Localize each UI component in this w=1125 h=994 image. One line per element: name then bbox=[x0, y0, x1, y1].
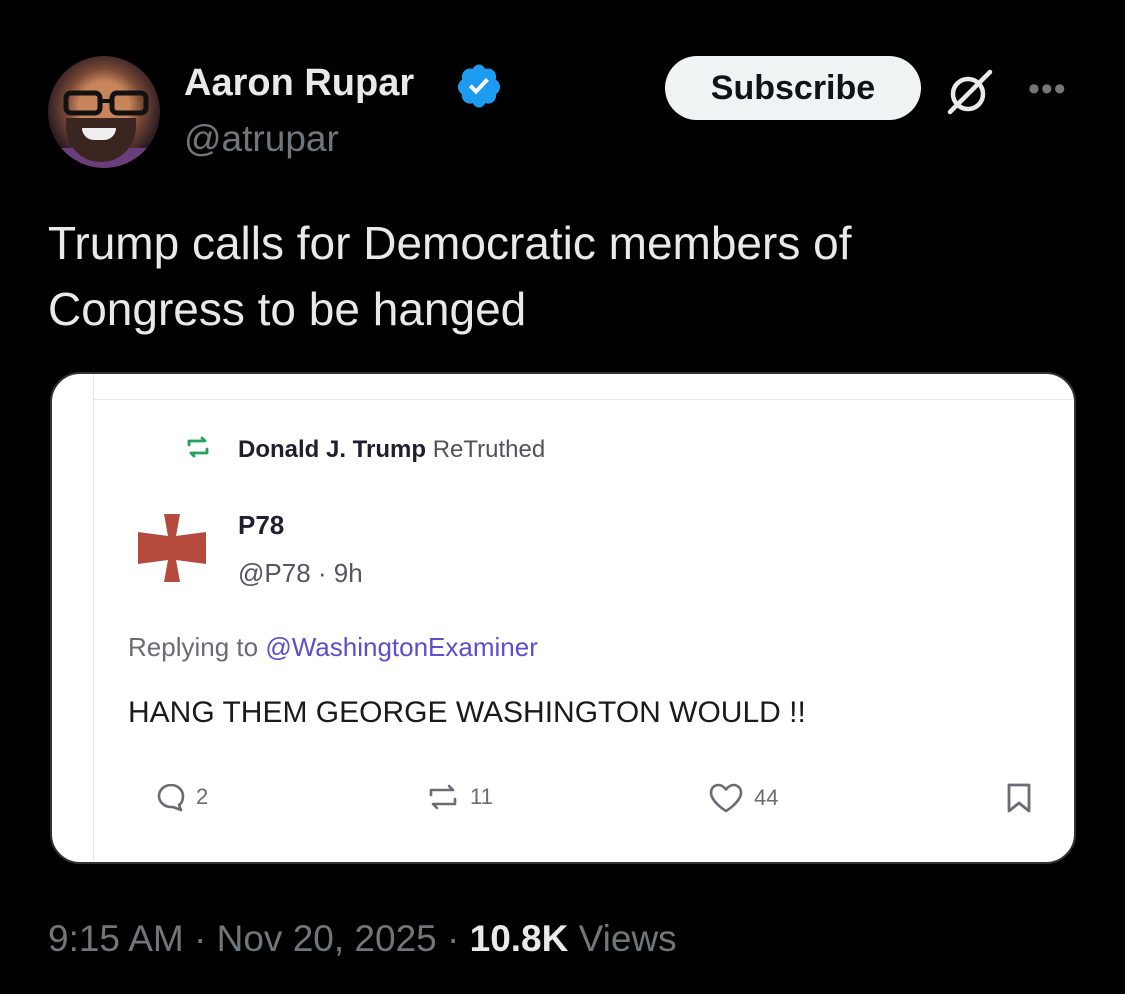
tweet-metadata: 9:15 AM · Nov 20, 2025 · 10.8K Views bbox=[48, 918, 677, 960]
card-divider-vertical bbox=[93, 374, 94, 862]
post-author-name[interactable]: P78 bbox=[238, 510, 284, 541]
author-avatar[interactable] bbox=[48, 56, 160, 168]
bookmark-icon bbox=[1007, 783, 1031, 813]
card-divider-horizontal bbox=[93, 399, 1074, 400]
retruth-count: 11 bbox=[470, 784, 493, 809]
post-text: HANG THEM GEORGE WASHINGTON WOULD !! bbox=[128, 696, 806, 729]
avatar-glasses bbox=[63, 90, 149, 116]
like-count: 44 bbox=[754, 785, 779, 810]
retruth-user[interactable]: Donald J. Trump bbox=[238, 436, 426, 463]
bookmark-action[interactable] bbox=[1006, 782, 1042, 814]
retruth-line: Donald J. Trump ReTruthed bbox=[238, 436, 545, 464]
reply-count: 2 bbox=[196, 784, 209, 809]
views-label: Views bbox=[568, 918, 677, 959]
reply-action[interactable]: 2 bbox=[156, 782, 208, 812]
views-count: 10.8K bbox=[469, 918, 569, 959]
replying-to-line: Replying to @WashingtonExaminer bbox=[128, 632, 538, 663]
verified-badge-icon[interactable] bbox=[455, 62, 503, 110]
retruth-icon bbox=[187, 436, 209, 458]
timestamp[interactable]: 9:15 AM · Nov 20, 2025 · bbox=[48, 918, 470, 959]
author-name[interactable]: Aaron Rupar bbox=[184, 62, 414, 105]
author-handle[interactable]: @atrupar bbox=[184, 118, 339, 160]
post-author-handle: @P78 · 9h bbox=[238, 558, 363, 588]
embedded-post-image[interactable]: Donald J. Trump ReTruthed P78 @P78 · 9h … bbox=[50, 372, 1076, 864]
retruth-count-icon bbox=[429, 784, 457, 810]
retruth-action[interactable]: 11 bbox=[426, 782, 493, 812]
grok-icon[interactable] bbox=[944, 66, 996, 118]
heart-icon bbox=[709, 783, 743, 813]
retruth-label: ReTruthed bbox=[432, 436, 546, 463]
tweet-text: Trump calls for Democratic members of Co… bbox=[48, 217, 852, 335]
replying-prefix: Replying to bbox=[128, 632, 266, 662]
cross-avatar-icon[interactable] bbox=[134, 510, 210, 586]
more-options-icon[interactable]: ••• bbox=[1028, 70, 1067, 109]
like-action[interactable]: 44 bbox=[708, 782, 778, 814]
replying-to-link[interactable]: @WashingtonExaminer bbox=[265, 632, 538, 662]
subscribe-button[interactable]: Subscribe bbox=[665, 56, 921, 120]
reply-icon bbox=[157, 783, 185, 812]
